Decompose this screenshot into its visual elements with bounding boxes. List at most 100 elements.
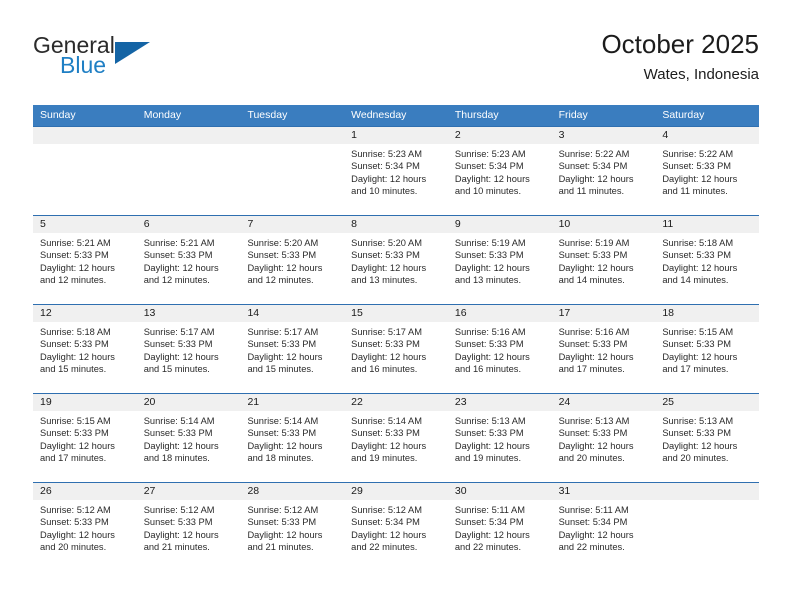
day-detail-sunrise: Sunrise: 5:15 AM <box>40 416 111 426</box>
day-details: Sunrise: 5:11 AM Sunset: 5:34 PM Daylight:… <box>552 500 656 554</box>
day-detail-sunrise: Sunrise: 5:14 AM <box>351 416 422 426</box>
day-details: Sunrise: 5:19 AM Sunset: 5:33 PM Daylight:… <box>448 233 552 287</box>
calendar-day-cell[interactable]: 6 Sunrise: 5:21 AM Sunset: 5:33 PM Daylight… <box>136 216 241 304</box>
calendar-day-cell[interactable]: 27 Sunrise: 5:12 AM Sunset: 5:33 PM Dayligh… <box>136 483 241 571</box>
calendar-day-cell[interactable]: 26 Sunrise: 5:12 AM Sunset: 5:33 PM Dayligh… <box>33 483 137 571</box>
day-detail-sunset: Sunset: 5:33 PM <box>143 428 213 439</box>
calendar-day-cell[interactable]: 23 Sunrise: 5:13 AM Sunset: 5:33 PM Dayligh… <box>447 394 552 482</box>
day-detail-sunrise: Sunrise: 5:19 AM <box>558 238 630 248</box>
day-detail-sunrise: Sunrise: 5:23 AM <box>454 149 526 159</box>
calendar-day-cell[interactable]: 28 Sunrise: 5:12 AM Sunset: 5:33 PM Dayligh… <box>240 483 345 571</box>
calendar-day-cell[interactable]: 8 Sunrise: 5:20 AM Sunset: 5:33 PM Daylight… <box>344 216 448 304</box>
day-detail-sunset: Sunset: 5:33 PM <box>40 428 109 439</box>
calendar-day-cell[interactable]: 21 Sunrise: 5:14 AM Sunset: 5:33 PM Dayligh… <box>240 394 345 482</box>
calendar-day-cell[interactable]: 20 Sunrise: 5:14 AM Sunset: 5:33 PM Dayligh… <box>136 394 241 482</box>
day-detail-daylight-line2: and 18 minutes. <box>247 453 314 464</box>
day-detail-daylight-line2: and 19 minutes. <box>351 453 418 464</box>
day-number: 14 <box>240 305 345 322</box>
calendar-day-cell[interactable]: 18 Sunrise: 5:15 AM Sunset: 5:33 PM Dayligh… <box>655 305 760 393</box>
calendar-day-cell[interactable]: 22 Sunrise: 5:14 AM Sunset: 5:33 PM Dayligh… <box>344 394 448 482</box>
calendar-day-cell[interactable]: 16 Sunrise: 5:16 AM Sunset: 5:33 PM Dayligh… <box>447 305 552 393</box>
calendar-day-cell[interactable]: 13 Sunrise: 5:17 AM Sunset: 5:33 PM Dayligh… <box>136 305 241 393</box>
calendar-day-cell[interactable]: 10 Sunrise: 5:19 AM Sunset: 5:33 PM Dayligh… <box>551 216 656 304</box>
calendar-grid: Sunday Monday Tuesday Wednesday Thursday Frid… <box>33 105 760 571</box>
day-detail-sunset: Sunset: 5:33 PM <box>247 250 317 261</box>
day-detail-daylight-line1: Daylight: 12 hours <box>558 351 634 362</box>
day-detail-daylight-line1: Daylight: 12 hours <box>351 262 427 273</box>
day-detail-daylight-line2: and 21 minutes. <box>247 542 314 553</box>
day-details: Sunrise: 5:17 AM Sunset: 5:33 PM Daylight:… <box>344 322 448 376</box>
calendar-day-cell[interactable]: 11 Sunrise: 5:18 AM Sunset: 5:33 PM Dayligh… <box>655 216 760 304</box>
calendar-day-cell[interactable]: 12 Sunrise: 5:18 AM Sunset: 5:33 PM Dayligh… <box>33 305 137 393</box>
weekday-header-thursday: Thursday <box>454 109 499 121</box>
day-detail-sunrise: Sunrise: 5:12 AM <box>247 505 319 515</box>
day-details: Sunrise: 5:12 AM Sunset: 5:33 PM Daylight:… <box>33 500 137 554</box>
day-detail-sunrise: Sunrise: 5:22 AM <box>558 149 630 159</box>
calendar-day-cell[interactable]: 14 Sunrise: 5:17 AM Sunset: 5:33 PM Dayligh… <box>240 305 345 393</box>
day-detail-sunset: Sunset: 5:34 PM <box>454 161 524 172</box>
calendar-day-cell[interactable]: 7 Sunrise: 5:20 AM Sunset: 5:33 PM Daylight… <box>240 216 345 304</box>
day-detail-daylight-line1: Daylight: 12 hours <box>662 173 738 184</box>
day-details: Sunrise: 5:17 AM Sunset: 5:33 PM Daylight:… <box>240 322 344 376</box>
calendar-day-cell[interactable]: 30 Sunrise: 5:11 AM Sunset: 5:34 PM Dayligh… <box>447 483 552 571</box>
day-detail-daylight-line2: and 22 minutes. <box>454 542 522 553</box>
day-detail-sunrise: Sunrise: 5:13 AM <box>454 416 526 426</box>
calendar-day-cell[interactable]: 19 Sunrise: 5:15 AM Sunset: 5:33 PM Dayligh… <box>33 394 137 482</box>
day-detail-sunrise: Sunrise: 5:12 AM <box>143 505 215 515</box>
day-detail-daylight-line2: and 12 minutes. <box>247 275 314 286</box>
day-number: 8 <box>344 216 448 233</box>
day-detail-daylight-line1: Daylight: 12 hours <box>143 529 219 540</box>
calendar-day-cell[interactable]: 25 Sunrise: 5:13 AM Sunset: 5:33 PM Dayligh… <box>655 394 760 482</box>
day-detail-daylight-line1: Daylight: 12 hours <box>662 351 738 362</box>
day-detail-daylight-line2: and 21 minutes. <box>143 542 210 553</box>
day-detail-daylight-line1: Daylight: 12 hours <box>558 529 634 540</box>
calendar-day-cell[interactable]: 31 Sunrise: 5:11 AM Sunset: 5:34 PM Dayligh… <box>551 483 656 571</box>
day-details: Sunrise: 5:15 AM Sunset: 5:33 PM Daylight:… <box>33 411 137 465</box>
day-details: Sunrise: 5:13 AM Sunset: 5:33 PM Daylight:… <box>448 411 552 465</box>
day-detail-sunrise: Sunrise: 5:12 AM <box>351 505 422 515</box>
page-title: October 2025 <box>601 29 759 59</box>
day-detail-sunrise: Sunrise: 5:20 AM <box>351 238 422 248</box>
day-details: Sunrise: 5:21 AM Sunset: 5:33 PM Daylight:… <box>137 233 241 287</box>
calendar-day-cell[interactable]: 1 Sunrise: 5:23 AM Sunset: 5:34 PM Daylight… <box>344 127 448 215</box>
day-detail-daylight-line1: Daylight: 12 hours <box>351 440 427 451</box>
day-detail-sunrise: Sunrise: 5:16 AM <box>558 327 630 337</box>
day-detail-sunset: Sunset: 5:33 PM <box>351 428 420 439</box>
day-number: 29 <box>344 483 448 500</box>
day-detail-daylight-line2: and 22 minutes. <box>558 542 625 553</box>
day-number: 17 <box>551 305 656 322</box>
day-detail-daylight-line2: and 18 minutes. <box>143 453 210 464</box>
day-detail-daylight-line2: and 11 minutes. <box>558 186 625 197</box>
calendar-day-cell[interactable]: 17 Sunrise: 5:16 AM Sunset: 5:33 PM Dayligh… <box>551 305 656 393</box>
day-detail-sunrise: Sunrise: 5:21 AM <box>143 238 215 248</box>
day-number: 10 <box>551 216 656 233</box>
day-detail-daylight-line1: Daylight: 12 hours <box>558 262 634 273</box>
day-number: 3 <box>551 127 656 144</box>
day-details: Sunrise: 5:22 AM Sunset: 5:34 PM Daylight:… <box>552 144 656 198</box>
calendar-day-cell[interactable]: 15 Sunrise: 5:17 AM Sunset: 5:33 PM Dayligh… <box>344 305 448 393</box>
day-number: 18 <box>655 305 760 322</box>
day-number: 13 <box>136 305 241 322</box>
day-detail-daylight-line1: Daylight: 12 hours <box>558 173 634 184</box>
weekday-header-saturday: Saturday <box>662 109 705 121</box>
day-detail-daylight-line1: Daylight: 12 hours <box>454 529 530 540</box>
calendar-day-cell[interactable]: 4 Sunrise: 5:22 AM Sunset: 5:33 PM Daylight… <box>655 127 760 215</box>
day-number: 24 <box>551 394 656 411</box>
day-detail-sunset: Sunset: 5:33 PM <box>454 339 524 350</box>
weekday-header-tuesday: Tuesday <box>247 109 288 121</box>
calendar-day-cell[interactable]: 24 Sunrise: 5:13 AM Sunset: 5:33 PM Dayligh… <box>551 394 656 482</box>
day-details: Sunrise: 5:13 AM Sunset: 5:33 PM Daylight:… <box>655 411 759 465</box>
day-number: 6 <box>136 216 241 233</box>
day-detail-sunrise: Sunrise: 5:20 AM <box>247 238 319 248</box>
calendar-day-cell[interactable]: 2 Sunrise: 5:23 AM Sunset: 5:34 PM Daylight… <box>447 127 552 215</box>
calendar-weeks: 1 Sunrise: 5:23 AM Sunset: 5:34 PM Daylight… <box>33 126 760 571</box>
calendar-day-cell[interactable]: 29 Sunrise: 5:12 AM Sunset: 5:34 PM Dayligh… <box>344 483 448 571</box>
calendar-day-cell[interactable]: 3 Sunrise: 5:22 AM Sunset: 5:34 PM Daylight… <box>551 127 656 215</box>
calendar-day-cell[interactable]: 5 Sunrise: 5:21 AM Sunset: 5:33 PM Daylight… <box>33 216 137 304</box>
day-detail-sunset: Sunset: 5:34 PM <box>558 161 628 172</box>
general-blue-logo[interactable]: General Blue <box>33 32 263 92</box>
calendar-day-cell[interactable]: 9 Sunrise: 5:19 AM Sunset: 5:33 PM Daylight… <box>447 216 552 304</box>
day-detail-daylight-line1: Daylight: 12 hours <box>454 351 530 362</box>
day-detail-daylight-line1: Daylight: 12 hours <box>247 529 323 540</box>
day-detail-daylight-line2: and 16 minutes. <box>454 364 522 375</box>
